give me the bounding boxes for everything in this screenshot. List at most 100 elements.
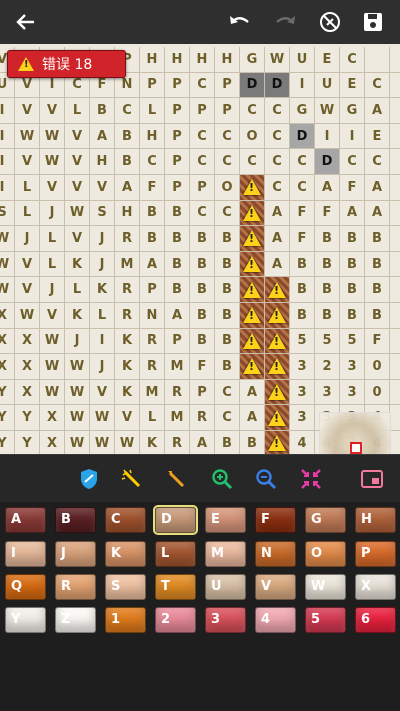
shield-icon[interactable]: [73, 463, 105, 495]
grid-cell[interactable]: H: [215, 47, 240, 73]
grid-cell[interactable]: L: [90, 302, 115, 329]
grid-cell[interactable]: X: [40, 430, 65, 454]
grid-cell[interactable]: H: [190, 47, 215, 73]
grid-cell[interactable]: [390, 149, 400, 175]
grid-cell[interactable]: F: [340, 174, 365, 201]
grid-cell[interactable]: P: [165, 328, 190, 355]
grid-cell[interactable]: P: [190, 174, 215, 201]
grid-cell[interactable]: 3: [290, 354, 315, 380]
grid-cell[interactable]: P: [140, 277, 165, 303]
grid-cell[interactable]: [390, 226, 400, 252]
grid-cell[interactable]: X: [0, 302, 15, 329]
grid-cell[interactable]: B: [190, 277, 215, 303]
grid-cell[interactable]: K: [65, 251, 90, 278]
color-swatch-c[interactable]: C: [105, 507, 146, 533]
grid-cell[interactable]: 3: [290, 379, 315, 406]
grid-cell[interactable]: V: [40, 174, 65, 201]
grid-cell[interactable]: C: [190, 123, 215, 150]
grid-cell[interactable]: F: [290, 226, 315, 252]
grid-cell-error[interactable]: [265, 405, 290, 431]
color-swatch-s[interactable]: S: [105, 574, 146, 600]
grid-cell[interactable]: C: [190, 72, 215, 99]
grid-cell[interactable]: P: [165, 149, 190, 175]
grid-cell[interactable]: V: [90, 174, 115, 201]
grid-cell[interactable]: [390, 277, 400, 303]
grid-cell[interactable]: B: [90, 98, 115, 124]
grid-cell[interactable]: B: [290, 251, 315, 278]
grid-cell[interactable]: W: [65, 405, 90, 431]
grid-cell[interactable]: R: [140, 328, 165, 355]
grid-cell[interactable]: V: [65, 226, 90, 252]
color-swatch-6[interactable]: 6: [355, 607, 396, 633]
grid-cell[interactable]: L: [40, 226, 65, 252]
grid-cell[interactable]: V: [115, 405, 140, 431]
grid-cell[interactable]: F: [140, 174, 165, 201]
grid-cell-error[interactable]: [240, 251, 265, 278]
grid-cell[interactable]: J: [90, 354, 115, 380]
grid-cell[interactable]: B: [165, 226, 190, 252]
grid-cell[interactable]: B: [340, 226, 365, 252]
color-swatch-r[interactable]: R: [55, 574, 96, 600]
grid-cell[interactable]: H: [140, 123, 165, 150]
grid-cell[interactable]: L: [140, 98, 165, 124]
color-swatch-k[interactable]: K: [105, 541, 146, 567]
grid-cell[interactable]: U: [315, 72, 340, 99]
grid-cell[interactable]: C: [215, 379, 240, 406]
grid-cell[interactable]: B: [240, 430, 265, 454]
grid-cell[interactable]: A: [140, 251, 165, 278]
grid-cell[interactable]: B: [140, 226, 165, 252]
grid-cell[interactable]: W: [65, 354, 90, 380]
grid-cells[interactable]: VWWVLPHHHHGWUECUVICFNPPCPDDIUECIVVLBCLPP…: [0, 47, 400, 454]
grid-cell[interactable]: S: [90, 200, 115, 227]
grid-cell[interactable]: C: [115, 98, 140, 124]
grid-cell[interactable]: J: [40, 200, 65, 227]
grid-cell[interactable]: [390, 174, 400, 201]
color-swatch-j[interactable]: J: [55, 541, 96, 567]
grid-cell[interactable]: V: [65, 174, 90, 201]
grid-cell[interactable]: B: [140, 200, 165, 227]
grid-cell[interactable]: J: [65, 328, 90, 355]
grid-cell[interactable]: I: [340, 123, 365, 150]
grid-cell[interactable]: V: [65, 123, 90, 150]
grid-cell[interactable]: L: [40, 251, 65, 278]
grid-cell[interactable]: B: [215, 328, 240, 355]
grid-cell[interactable]: P: [165, 123, 190, 150]
grid-cell[interactable]: B: [365, 251, 390, 278]
color-swatch-v[interactable]: V: [255, 574, 296, 600]
grid-cell[interactable]: I: [0, 123, 15, 150]
color-swatch-w[interactable]: W: [305, 574, 346, 600]
grid-cell[interactable]: X: [0, 354, 15, 380]
grid-cell[interactable]: B: [165, 277, 190, 303]
grid-cell[interactable]: 0: [365, 354, 390, 380]
zoom-in-icon[interactable]: [206, 463, 238, 495]
grid-cell[interactable]: L: [15, 200, 40, 227]
color-swatch-b[interactable]: B: [55, 507, 96, 533]
grid-cell[interactable]: R: [165, 379, 190, 406]
color-swatch-h[interactable]: H: [355, 507, 396, 533]
grid-cell[interactable]: [390, 98, 400, 124]
grid-cell[interactable]: A: [265, 226, 290, 252]
grid-cell[interactable]: C: [340, 149, 365, 175]
grid-cell[interactable]: X: [0, 328, 15, 355]
color-swatch-n[interactable]: N: [255, 541, 296, 567]
grid-cell[interactable]: C: [190, 200, 215, 227]
grid-cell[interactable]: B: [190, 328, 215, 355]
grid-cell[interactable]: B: [315, 226, 340, 252]
color-swatch-t[interactable]: T: [155, 574, 196, 600]
grid-cell[interactable]: A: [240, 405, 265, 431]
grid-cell[interactable]: R: [115, 302, 140, 329]
grid-cell[interactable]: B: [215, 251, 240, 278]
grid-cell[interactable]: K: [115, 354, 140, 380]
save-icon[interactable]: [357, 0, 389, 44]
grid-cell[interactable]: P: [190, 379, 215, 406]
grid-cell[interactable]: B: [340, 302, 365, 329]
grid-cell[interactable]: E: [340, 72, 365, 99]
grid-cell[interactable]: X: [15, 379, 40, 406]
grid-cell[interactable]: O: [215, 174, 240, 201]
grid-cell[interactable]: B: [365, 277, 390, 303]
grid-cell[interactable]: I: [0, 149, 15, 175]
grid-cell[interactable]: C: [215, 200, 240, 227]
grid-cell[interactable]: N: [140, 302, 165, 329]
grid-cell[interactable]: W: [40, 354, 65, 380]
grid-cell[interactable]: [390, 405, 400, 431]
